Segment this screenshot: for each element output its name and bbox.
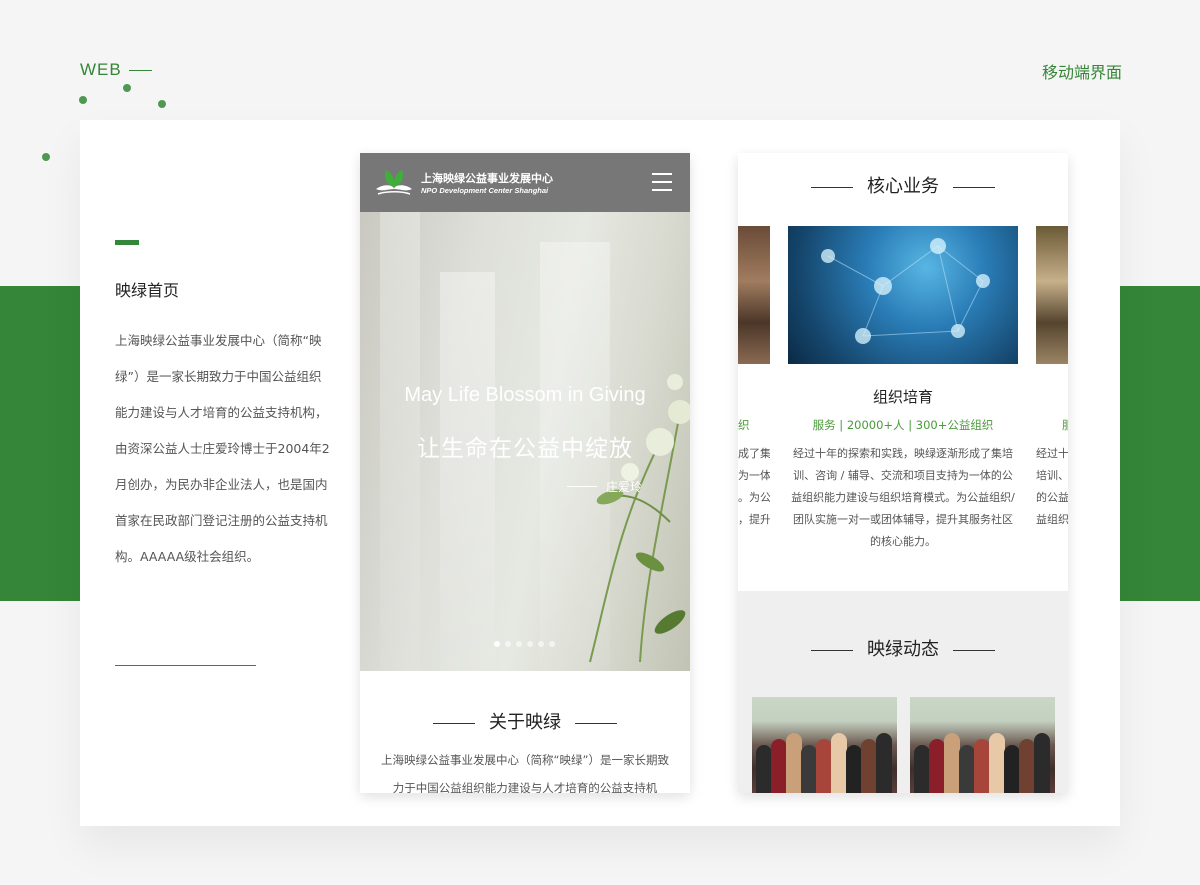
- photo-person: [1004, 745, 1020, 793]
- about-title-text: 关于映绿: [489, 712, 561, 733]
- sprout-logo-icon: [376, 170, 412, 195]
- intro-title: 映绿首页: [115, 281, 180, 300]
- intro-description: 上海映绿公益事业发展中心（简称“映绿”）是一家长期致力于中国公益组织能力建设与人…: [115, 333, 330, 564]
- title-line-left: [433, 722, 475, 724]
- photo-person: [959, 745, 975, 793]
- photo-person: [929, 739, 945, 793]
- next-card-image[interactable]: [1036, 226, 1068, 364]
- carousel-dot[interactable]: [527, 641, 533, 647]
- photo-person: [1034, 733, 1050, 793]
- web-label: WEB: [80, 60, 122, 79]
- photo-person: [801, 745, 817, 793]
- hero-bg-shape: [440, 272, 495, 671]
- core-section-title: 核心业务: [738, 172, 1068, 198]
- intro-accent-bar: [115, 240, 139, 245]
- mobile-core-screen: 核心业务 织 成了集 为一体 。为公 ，提升 组织培育 服务 | 20000+人…: [738, 153, 1068, 793]
- carousel-dot[interactable]: [505, 641, 511, 647]
- photo-person: [816, 739, 832, 793]
- carousel-dot[interactable]: [549, 641, 555, 647]
- intro-column: 映绿首页 上海映绿公益事业发展中心（简称“映绿”）是一家长期致力于中国公益组织能…: [115, 240, 330, 575]
- next-card-text: 经过十 培训、 的公益 益组织: [1036, 447, 1068, 526]
- mobile-header: 上海映绿公益事业发展中心 NPO Development Center Shan…: [360, 153, 690, 212]
- logo-english-name: NPO Development Center Shanghai: [421, 186, 549, 195]
- news-section-title: 映绿动态: [738, 635, 1068, 661]
- mobile-home-screen: 上海映绿公益事业发展中心 NPO Development Center Shan…: [360, 153, 690, 793]
- business-card-text: 经过十年的探索和实践，映绿逐渐形成了集培训、咨询 / 辅导、交流和项目支持为一体…: [791, 447, 1015, 548]
- photo-person: [861, 739, 877, 793]
- business-card-stats: 服务 | 20000+人 | 300+公益组织: [812, 418, 994, 432]
- prev-card-image[interactable]: [738, 226, 770, 364]
- title-line-left: [811, 649, 853, 651]
- mobile-interface-label: 移动端界面: [1041, 63, 1122, 82]
- network-illustration: [821, 238, 990, 344]
- hero-author-dash: [567, 486, 597, 487]
- photo-person: [756, 745, 772, 793]
- photo-person: [831, 733, 847, 793]
- decor-dot: [79, 96, 87, 104]
- carousel-indicators: [494, 641, 555, 647]
- news-title-text: 映绿动态: [867, 639, 939, 660]
- intro-divider: [115, 665, 256, 666]
- photo-person: [914, 745, 930, 793]
- title-line-right: [953, 649, 995, 651]
- business-card-image[interactable]: [788, 226, 1018, 364]
- about-section-title: 关于映绿: [360, 708, 690, 734]
- carousel-dot[interactable]: [538, 641, 544, 647]
- hero-banner: May Life Blossom in Giving 让生命在公益中绽放 庄爱玲: [360, 212, 690, 671]
- plant-illustration: [589, 374, 690, 663]
- hero-author: 庄爱玲: [606, 480, 643, 494]
- photo-person: [974, 739, 990, 793]
- core-title-text: 核心业务: [867, 176, 939, 197]
- next-card-subtitle: 服: [1062, 418, 1068, 432]
- decor-dot: [158, 100, 166, 108]
- photo-person: [989, 733, 1005, 793]
- business-card-title: 组织培育: [872, 388, 933, 406]
- decor-dot: [123, 84, 131, 92]
- carousel-dot[interactable]: [516, 641, 522, 647]
- hero-english-slogan: May Life Blossom in Giving: [404, 384, 646, 406]
- photo-person: [786, 733, 802, 793]
- photo-person: [876, 733, 892, 793]
- photo-person: [1019, 739, 1035, 793]
- logo-chinese-name: 上海映绿公益事业发展中心: [421, 172, 553, 185]
- title-line-left: [811, 186, 853, 188]
- photo-person: [944, 733, 960, 793]
- about-text: 上海映绿公益事业发展中心（简称“映绿”）是一家长期致力于中国公益组织能力建设与人…: [381, 753, 669, 793]
- title-line-right: [575, 722, 617, 724]
- prev-card-subtitle: 织: [738, 418, 750, 432]
- showcase-card: 映绿首页 上海映绿公益事业发展中心（简称“映绿”）是一家长期致力于中国公益组织能…: [80, 120, 1120, 826]
- hamburger-menu-icon[interactable]: [652, 173, 672, 191]
- news-photo-2[interactable]: [910, 697, 1055, 793]
- news-photo-1[interactable]: [752, 697, 897, 793]
- photo-person: [846, 745, 862, 793]
- hero-chinese-slogan: 让生命在公益中绽放: [417, 436, 633, 462]
- decor-dot: [42, 153, 50, 161]
- photo-person: [771, 739, 787, 793]
- title-line-right: [953, 186, 995, 188]
- carousel-dot[interactable]: [494, 641, 500, 647]
- prev-card-text: 成了集 为一体 。为公 ，提升: [738, 447, 770, 526]
- web-label-line: [129, 70, 152, 71]
